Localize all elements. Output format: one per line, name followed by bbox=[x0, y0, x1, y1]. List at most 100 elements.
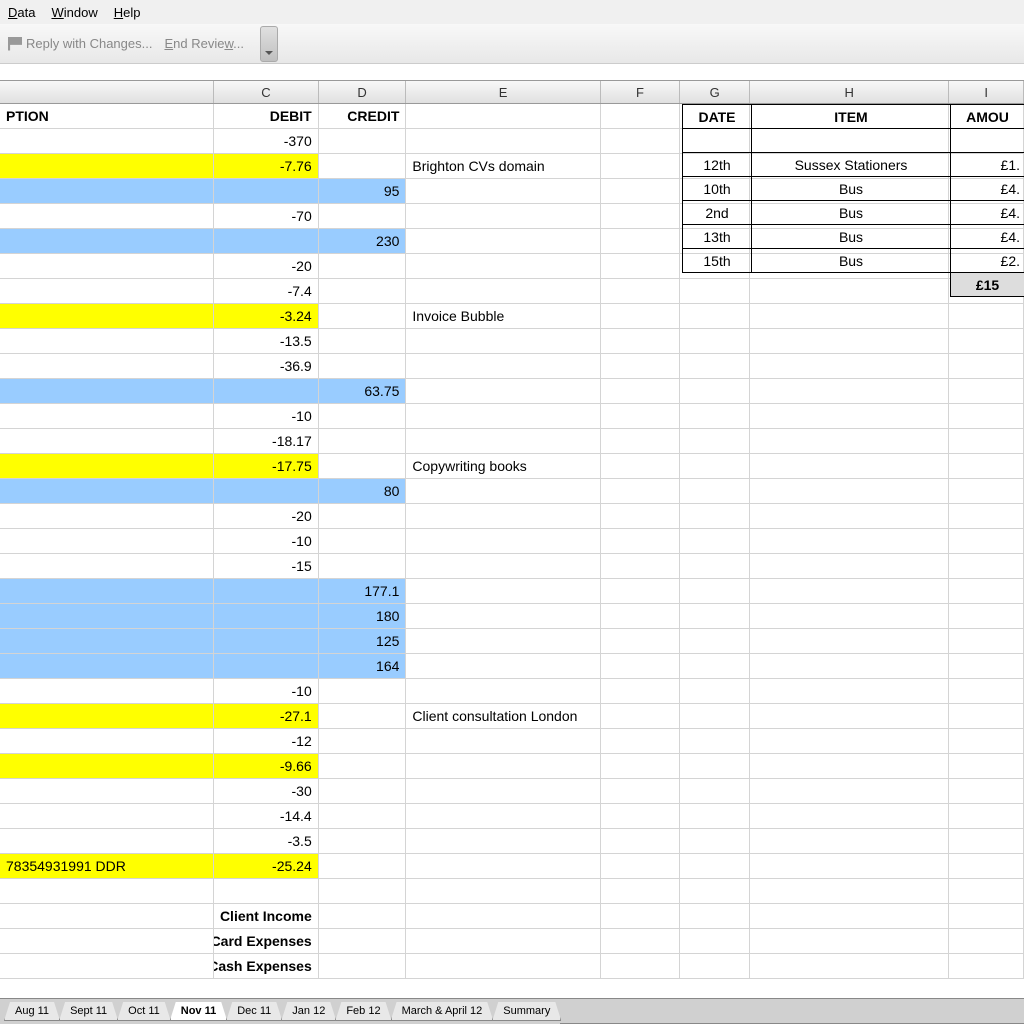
cell-description[interactable] bbox=[0, 679, 214, 704]
side-cell-amount[interactable] bbox=[950, 128, 1024, 153]
side-cell-date[interactable] bbox=[682, 128, 752, 153]
cell-credit[interactable] bbox=[319, 404, 407, 429]
cell-debit[interactable]: -370 bbox=[214, 129, 319, 154]
cell-debit[interactable] bbox=[214, 379, 319, 404]
cell-note[interactable] bbox=[406, 554, 600, 579]
side-cell-item[interactable]: Sussex Stationers bbox=[751, 152, 951, 177]
cell-debit[interactable] bbox=[214, 879, 319, 904]
cell-note[interactable] bbox=[406, 329, 600, 354]
cell-debit[interactable]: -10 bbox=[214, 679, 319, 704]
cell-credit[interactable] bbox=[319, 329, 407, 354]
cell-description[interactable] bbox=[0, 754, 214, 779]
cell-credit[interactable] bbox=[319, 304, 407, 329]
cell-debit[interactable]: -7.76 bbox=[214, 154, 319, 179]
cell-description[interactable] bbox=[0, 604, 214, 629]
menu-data[interactable]: Data bbox=[8, 5, 35, 20]
cell-description[interactable] bbox=[0, 304, 214, 329]
cell-debit[interactable]: -25.24 bbox=[214, 854, 319, 879]
cell-description[interactable] bbox=[0, 529, 214, 554]
cell-debit[interactable]: -13.5 bbox=[214, 329, 319, 354]
cell-description[interactable] bbox=[0, 554, 214, 579]
cell-debit[interactable]: -36.9 bbox=[214, 354, 319, 379]
cell-description[interactable] bbox=[0, 779, 214, 804]
cell-credit[interactable]: 63.75 bbox=[319, 379, 407, 404]
side-cell-date[interactable]: 13th bbox=[682, 224, 752, 249]
menu-window[interactable]: Window bbox=[51, 5, 97, 20]
summary-label[interactable]: Card Expenses bbox=[214, 929, 319, 954]
cell-note[interactable] bbox=[406, 804, 600, 829]
sheet-tab[interactable]: Jan 12 bbox=[281, 1002, 336, 1021]
cell-debit[interactable] bbox=[214, 629, 319, 654]
sheet-tab[interactable]: Feb 12 bbox=[335, 1002, 391, 1021]
cell-credit[interactable]: 80 bbox=[319, 479, 407, 504]
cell-note[interactable] bbox=[406, 654, 600, 679]
header-debit[interactable]: DEBIT bbox=[214, 104, 319, 129]
side-cell-date[interactable]: 10th bbox=[682, 176, 752, 201]
sheet-tab[interactable]: March & April 12 bbox=[391, 1002, 494, 1021]
cell-note[interactable] bbox=[406, 229, 600, 254]
cell-description[interactable] bbox=[0, 654, 214, 679]
cell-credit[interactable] bbox=[319, 804, 407, 829]
reply-changes-button[interactable]: Reply with Changes... bbox=[8, 36, 152, 51]
cell-note[interactable] bbox=[406, 729, 600, 754]
cell-note[interactable]: Brighton CVs domain bbox=[406, 154, 600, 179]
cell-description[interactable] bbox=[0, 129, 214, 154]
column-header[interactable]: F bbox=[601, 81, 681, 103]
cell-debit[interactable]: -3.24 bbox=[214, 304, 319, 329]
cell-note[interactable]: Invoice Bubble bbox=[406, 304, 600, 329]
cell-debit[interactable]: -9.66 bbox=[214, 754, 319, 779]
cell-description[interactable] bbox=[0, 404, 214, 429]
cell-description[interactable] bbox=[0, 229, 214, 254]
side-cell-amount[interactable]: £2. bbox=[950, 248, 1024, 273]
cell-description[interactable] bbox=[0, 179, 214, 204]
side-total[interactable]: £15 bbox=[950, 272, 1024, 297]
cell-debit[interactable]: -12 bbox=[214, 729, 319, 754]
menu-help[interactable]: Help bbox=[114, 5, 141, 20]
cell-credit[interactable] bbox=[319, 204, 407, 229]
cell-credit[interactable] bbox=[319, 879, 407, 904]
column-header[interactable]: H bbox=[750, 81, 949, 103]
summary-label[interactable]: Client Income bbox=[214, 904, 319, 929]
sheet-tab[interactable]: Summary bbox=[492, 1002, 561, 1021]
cell-credit[interactable] bbox=[319, 354, 407, 379]
cell-note[interactable] bbox=[406, 679, 600, 704]
toolbar-overflow-icon[interactable] bbox=[260, 26, 278, 62]
cell-credit[interactable] bbox=[319, 779, 407, 804]
cell-debit[interactable] bbox=[214, 229, 319, 254]
cell-credit[interactable] bbox=[319, 254, 407, 279]
cell-credit[interactable] bbox=[319, 454, 407, 479]
cell-note[interactable] bbox=[406, 779, 600, 804]
cell-credit[interactable]: 125 bbox=[319, 629, 407, 654]
cell-debit[interactable] bbox=[214, 479, 319, 504]
cell-debit[interactable] bbox=[214, 579, 319, 604]
column-header[interactable]: G bbox=[680, 81, 750, 103]
cell-description[interactable] bbox=[0, 704, 214, 729]
cell-description[interactable] bbox=[0, 479, 214, 504]
cell-description[interactable] bbox=[0, 154, 214, 179]
cell-credit[interactable] bbox=[319, 754, 407, 779]
cell-credit[interactable]: 177.1 bbox=[319, 579, 407, 604]
header-credit[interactable]: CREDIT bbox=[319, 104, 407, 129]
cell-debit[interactable] bbox=[214, 179, 319, 204]
cell-note[interactable] bbox=[406, 404, 600, 429]
cell-description[interactable] bbox=[0, 729, 214, 754]
column-header[interactable]: D bbox=[319, 81, 407, 103]
cell-debit[interactable]: -7.4 bbox=[214, 279, 319, 304]
cell-description[interactable] bbox=[0, 204, 214, 229]
side-cell-amount[interactable]: £1. bbox=[950, 152, 1024, 177]
cell-note[interactable] bbox=[406, 629, 600, 654]
column-header[interactable]: I bbox=[949, 81, 1024, 103]
sheet-tab[interactable]: Dec 11 bbox=[226, 1002, 282, 1021]
end-review-button[interactable]: End Review... bbox=[164, 36, 244, 51]
cell-description[interactable] bbox=[0, 379, 214, 404]
cell-note[interactable] bbox=[406, 529, 600, 554]
cell-debit[interactable]: -27.1 bbox=[214, 704, 319, 729]
cell-note[interactable] bbox=[406, 129, 600, 154]
cell-credit[interactable]: 230 bbox=[319, 229, 407, 254]
cell-note[interactable] bbox=[406, 479, 600, 504]
side-header-date[interactable]: DATE bbox=[682, 104, 752, 129]
cell-description[interactable] bbox=[0, 629, 214, 654]
cell-debit[interactable]: -30 bbox=[214, 779, 319, 804]
cell-debit[interactable]: -10 bbox=[214, 404, 319, 429]
cell-credit[interactable] bbox=[319, 504, 407, 529]
